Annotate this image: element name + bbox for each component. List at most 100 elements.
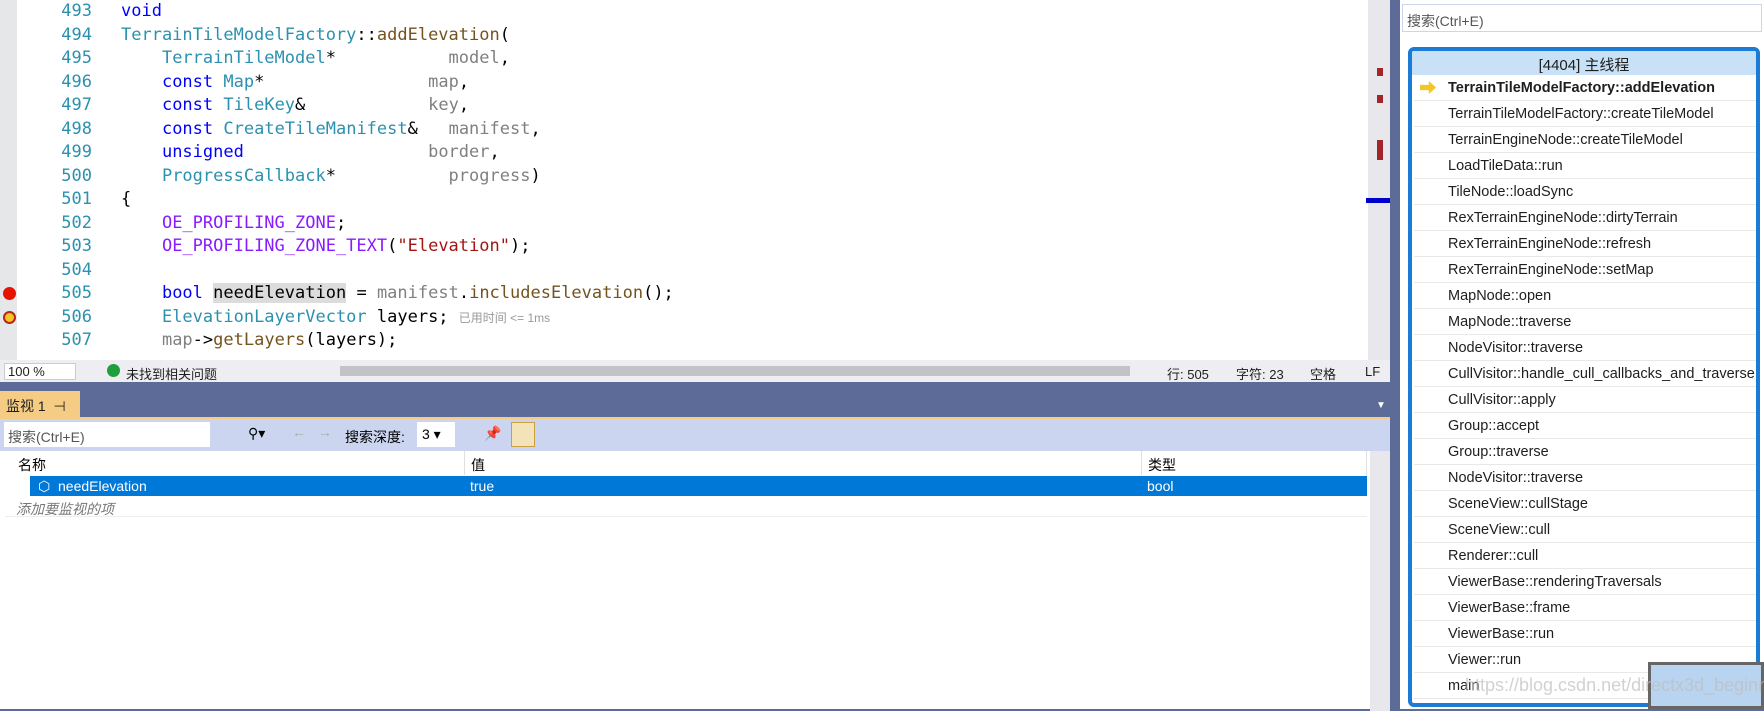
stack-frame[interactable]: TerrainTileModelFactory::addElevation	[1414, 75, 1756, 101]
current-statement-icon[interactable]	[3, 310, 16, 324]
code-line[interactable]: 502 OE_PROFILING_ZONE;	[17, 212, 1367, 236]
issues-status[interactable]: 未找到相关问题	[126, 364, 217, 383]
stack-frame[interactable]: Group::traverse	[1414, 439, 1756, 465]
code-line[interactable]: 497 const TileKey& key,	[17, 94, 1367, 118]
parallel-stacks-box: [4404] 主线程 TerrainTileModelFactory::addE…	[1408, 47, 1760, 707]
token: ,	[489, 142, 500, 162]
code-line[interactable]: 496 const Map* map,	[17, 71, 1367, 95]
callstack-search-input[interactable]: 搜索(Ctrl+E)	[1402, 4, 1762, 32]
token: const	[161, 118, 214, 139]
zoom-dropdown[interactable]: 100 %	[4, 363, 76, 380]
code-line[interactable]: 504	[17, 259, 1367, 283]
breakpoint-icon[interactable]	[3, 287, 16, 300]
stack-frame[interactable]: NodeVisitor::traverse	[1414, 335, 1756, 361]
stack-frame[interactable]: MapNode::traverse	[1414, 309, 1756, 335]
line-indicator: 行: 505	[1167, 367, 1209, 382]
stack-frame[interactable]: NodeVisitor::traverse	[1414, 465, 1756, 491]
stack-frame[interactable]: Renderer::cull	[1414, 543, 1756, 569]
column-header-type[interactable]: 类型	[1142, 451, 1367, 475]
pin-icon[interactable]: ⊣	[50, 398, 65, 414]
column-header-value[interactable]: 值	[465, 451, 1142, 475]
eol-indicator[interactable]: LF	[1365, 364, 1380, 379]
horizontal-scrollbar[interactable]	[340, 366, 1130, 376]
frame-label: SceneView::cullStage	[1448, 496, 1588, 512]
code-line[interactable]: 494 TerrainTileModelFactory::addElevation…	[17, 24, 1367, 48]
watch-value[interactable]: true	[470, 478, 494, 494]
token: );	[509, 236, 531, 256]
code-line[interactable]: 501 {	[17, 188, 1367, 212]
breakpoint-gutter[interactable]	[0, 0, 17, 360]
column-header-name[interactable]: 名称	[12, 451, 465, 475]
editor-vertical-scrollbar[interactable]	[1366, 0, 1390, 360]
stack-frame[interactable]: TileNode::loadSync	[1414, 179, 1756, 205]
token: *	[325, 165, 449, 186]
code-line[interactable]: 498 const CreateTileManifest& manifest,	[17, 118, 1367, 142]
code-editor[interactable]: 493 void 494 TerrainTileModelFactory::addEl…	[0, 0, 1390, 360]
frame-label: MapNode::traverse	[1448, 314, 1572, 330]
line-number: 499	[61, 142, 92, 162]
add-watch-placeholder[interactable]: 添加要监视的项	[16, 499, 114, 519]
view-columns-icon[interactable]	[511, 422, 535, 447]
stack-frame[interactable]: MapNode::open	[1414, 283, 1756, 309]
token: map	[428, 71, 459, 92]
stack-frame[interactable]: Group::accept	[1414, 413, 1756, 439]
search-icon[interactable]: ⚲▾	[248, 425, 265, 442]
code-line[interactable]: 500 ProgressCallback* progress)	[17, 165, 1367, 189]
code-line[interactable]: 495 TerrainTileModel* model,	[17, 47, 1367, 71]
stack-frame[interactable]: ViewerBase::renderingTraversals	[1414, 569, 1756, 595]
token: =	[346, 283, 377, 303]
panel-menu-icon[interactable]: ▼	[1376, 400, 1386, 411]
code-line[interactable]: 493 void	[17, 0, 1367, 24]
back-arrow-icon[interactable]: ←	[292, 424, 306, 440]
add-watch-row[interactable]: 添加要监视的项	[5, 497, 1367, 517]
tab-watch-1[interactable]: 监视 1 ⊣ ✕	[0, 391, 80, 432]
stack-frame[interactable]: ViewerBase::frame	[1414, 595, 1756, 621]
line-number: 501	[61, 189, 92, 209]
watermark: https://blog.csdn.net/directx3d_beginner	[1465, 675, 1764, 695]
stack-frame[interactable]: CullVisitor::handle_cull_callbacks_and_t…	[1414, 361, 1756, 387]
code-line[interactable]: 506 ElevationLayerVector layers; 已用时间 <=…	[3, 306, 1367, 331]
search-depth-label: 搜索深度:	[345, 429, 405, 445]
stack-frame[interactable]: RexTerrainEngineNode::setMap	[1414, 257, 1756, 283]
code-line[interactable]: 503 OE_PROFILING_ZONE_TEXT("Elevation");	[17, 235, 1367, 259]
watch-row[interactable]: ⬡ needElevation true bool	[30, 476, 1367, 496]
token: border	[428, 142, 490, 162]
stack-frame[interactable]: TerrainTileModelFactory::createTileModel	[1414, 101, 1756, 127]
watch-vertical-scrollbar[interactable]	[1370, 451, 1390, 711]
stack-frame[interactable]: TerrainEngineNode::createTileModel	[1414, 127, 1756, 153]
stack-frame[interactable]: ViewerBase::run	[1414, 621, 1756, 647]
token: *	[254, 71, 429, 92]
stack-frame[interactable]: CullVisitor::apply	[1414, 387, 1756, 413]
code-text: ElevationLayerVector layers; 已用时间 <= 1ms	[121, 306, 550, 331]
stack-frame[interactable]: RexTerrainEngineNode::dirtyTerrain	[1414, 205, 1756, 231]
line-number: 503	[61, 236, 92, 256]
code-line[interactable]: 505 bool needElevation = manifest.includ…	[3, 282, 1367, 306]
stack-frame[interactable]: SceneView::cullStage	[1414, 491, 1756, 517]
stack-frame[interactable]: LoadTileData::run	[1414, 153, 1756, 179]
code-line[interactable]: 507 map->getLayers(layers);	[17, 329, 1367, 353]
line-number: 495	[61, 48, 92, 68]
token: .	[458, 283, 470, 303]
forward-arrow-icon[interactable]: →	[318, 424, 332, 440]
frame-label: TerrainTileModelFactory::addElevation	[1448, 80, 1715, 96]
frame-label: ViewerBase::renderingTraversals	[1448, 574, 1662, 590]
token: TerrainTileModel	[161, 48, 326, 68]
stack-frame[interactable]: SceneView::cull	[1414, 517, 1756, 543]
frame-label: LoadTileData::run	[1448, 158, 1563, 174]
watch-search-input[interactable]: 搜索(Ctrl+E)	[3, 421, 211, 448]
indent-indicator[interactable]: 空格	[1310, 364, 1336, 383]
token: ->	[192, 330, 214, 350]
token: 已用时间 <= 1ms	[458, 310, 551, 325]
frame-label: CullVisitor::apply	[1448, 392, 1556, 408]
stack-frame[interactable]: RexTerrainEngineNode::refresh	[1414, 231, 1756, 257]
line-number: 497	[61, 95, 92, 115]
token: &	[295, 95, 429, 115]
code-line[interactable]: 499 unsigned border,	[17, 141, 1367, 165]
search-depth-dropdown[interactable]: 3 ▾	[417, 422, 455, 447]
filter-pin-icon[interactable]: 📌	[484, 425, 501, 442]
frame-label: SceneView::cull	[1448, 522, 1551, 538]
